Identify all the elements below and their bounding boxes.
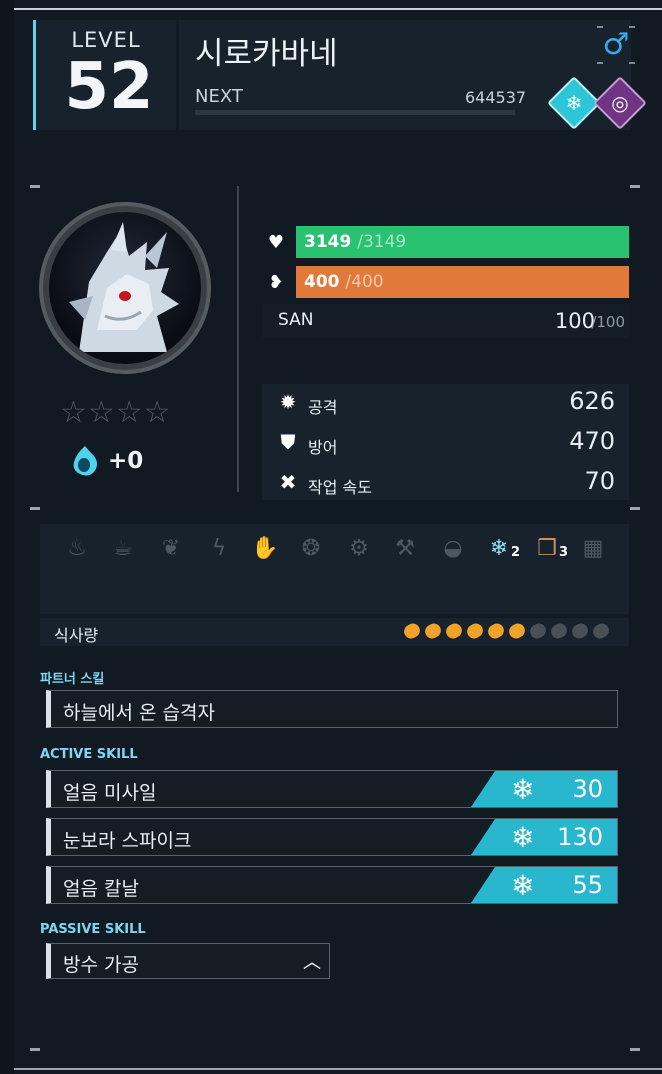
hp-bar: 3149 /3149 <box>296 226 629 258</box>
transporting-level: 3 <box>558 545 568 560</box>
next-exp-value: 644537 <box>465 88 527 107</box>
food-unit <box>485 620 507 642</box>
mining-icon[interactable]: ⚒ <box>388 534 422 564</box>
passive-skill-name: 방수 가공 <box>63 954 139 976</box>
food-icon: ❥ <box>268 272 284 293</box>
food-row: 식사량 <box>40 618 629 646</box>
food-unit <box>548 620 570 642</box>
male-icon: ♂ <box>602 27 630 62</box>
stat-row: ✹ 공격 626 <box>262 384 629 422</box>
stat-value: 626 <box>569 387 615 415</box>
heart-icon: ♥ <box>267 232 285 253</box>
skill-power: 130 <box>557 823 603 851</box>
tool-icon: ✖ <box>279 470 297 494</box>
top-border <box>14 8 662 10</box>
farming-icon[interactable]: ▦ <box>576 534 610 564</box>
san-row: SAN 100 /100 <box>262 304 629 338</box>
active-skill-2[interactable]: 눈보라 스파이크 ❄ 130 <box>46 818 618 856</box>
skill-element-tag: ❄ 30 <box>471 771 617 807</box>
transporting-icon[interactable]: ❒ 3 <box>530 534 568 564</box>
passive-skill[interactable]: 방수 가공 ︿ <box>46 943 330 979</box>
hp-max: /3149 <box>357 232 407 252</box>
food-unit <box>506 620 528 642</box>
partner-skill[interactable]: 하늘에서 온 습격자 <box>46 690 618 728</box>
corner-mark <box>30 1048 40 1051</box>
stat-label: 작업 속도 <box>308 478 372 497</box>
ice-element-icon: ❄ <box>511 773 535 806</box>
hp-current: 3149 <box>304 232 352 252</box>
ice-element-icon: ❄ <box>511 869 535 902</box>
partner-skill-name: 하늘에서 온 습격자 <box>63 702 215 724</box>
skill-name: 얼음 칼날 <box>63 878 139 900</box>
ice-element-icon: ❄ <box>511 821 535 854</box>
soul-count: +0 <box>108 448 144 474</box>
active-skill-1[interactable]: 얼음 미사일 ❄ 30 <box>46 770 618 808</box>
work-suitability-panel: ♨ ☕ ❦ ϟ ✋ ❂ ⚙ ⚒ ◒ ❄ 2 ❒ 3 ▦ <box>40 524 629 614</box>
food-label: 식사량 <box>54 626 99 645</box>
stat-label: 방어 <box>308 438 338 457</box>
kindling-icon[interactable]: ♨ <box>60 534 94 564</box>
san-max: /100 <box>591 313 625 331</box>
medicine-icon[interactable]: ◒ <box>436 534 470 564</box>
food-unit <box>401 620 423 642</box>
level-label: LEVEL <box>71 28 141 52</box>
shield-icon: ⛊ <box>280 430 296 454</box>
stat-row: ✖ 작업 속도 70 <box>262 464 629 502</box>
stamina-bar: 400 /400 <box>296 266 629 298</box>
food-unit <box>569 620 591 642</box>
san-label: SAN <box>278 310 314 330</box>
skill-power: 30 <box>572 775 603 803</box>
divider <box>237 186 239 492</box>
corner-mark <box>630 185 640 188</box>
exp-bar <box>195 110 515 115</box>
skill-name: 얼음 미사일 <box>63 782 157 804</box>
planting-icon[interactable]: ❦ <box>154 534 188 564</box>
bottom-border <box>14 1068 662 1070</box>
stat-value: 470 <box>569 427 615 455</box>
level-value: 52 <box>64 50 154 124</box>
cooling-icon[interactable]: ❄ 2 <box>482 534 520 564</box>
food-unit <box>443 620 465 642</box>
skill-power: 55 <box>572 871 603 899</box>
next-label: NEXT <box>195 86 243 107</box>
stat-label: 공격 <box>308 398 338 417</box>
attack-icon: ✹ <box>279 390 297 414</box>
stat-value: 70 <box>584 467 615 495</box>
gathering-icon[interactable]: ❂ <box>294 534 328 564</box>
cooling-level: 2 <box>510 545 520 560</box>
electricity-icon[interactable]: ϟ <box>202 534 236 564</box>
name-box: 시로카바네 NEXT 644537 ♂ ❄ ◎ <box>179 20 647 130</box>
lumbering-icon[interactable]: ⚙ <box>342 534 376 564</box>
food-unit <box>527 620 549 642</box>
rank-up-icon: ︿ <box>303 952 321 973</box>
food-unit <box>422 620 444 642</box>
food-unit <box>464 620 486 642</box>
pal-name[interactable]: 시로카바네 <box>195 28 338 73</box>
corner-mark <box>30 185 40 188</box>
stats-box: ✹ 공격 626 ⛊ 방어 470 ✖ 작업 속도 70 <box>262 384 629 500</box>
skill-name: 눈보라 스파이크 <box>63 830 192 852</box>
food-unit <box>590 620 612 642</box>
corner-mark <box>630 1048 640 1051</box>
passive-skill-header: PASSIVE SKILL <box>40 922 146 937</box>
stat-row: ⛊ 방어 470 <box>262 424 629 462</box>
sp-max: /400 <box>345 272 384 292</box>
skill-element-tag: ❄ 130 <box>471 819 617 855</box>
watering-icon[interactable]: ☕ <box>106 534 140 564</box>
active-skill-3[interactable]: 얼음 칼날 ❄ 55 <box>46 866 618 904</box>
soul-icon <box>70 444 100 478</box>
active-skill-header: ACTIVE SKILL <box>40 747 138 762</box>
corner-mark <box>630 507 640 510</box>
handiwork-icon[interactable]: ✋ <box>248 534 282 564</box>
rank-stars: ☆☆☆☆ <box>60 395 172 430</box>
san-value: 100 <box>554 309 595 333</box>
pal-avatar <box>49 212 201 364</box>
sp-current: 400 <box>304 272 340 292</box>
corner-mark <box>30 507 40 510</box>
ice-element-icon: ❄ <box>547 76 601 130</box>
pal-portrait[interactable] <box>39 202 211 374</box>
skill-element-tag: ❄ 55 <box>471 867 617 903</box>
partner-skill-header: 파트너 스킬 <box>40 672 105 687</box>
level-box: LEVEL 52 <box>33 20 176 130</box>
